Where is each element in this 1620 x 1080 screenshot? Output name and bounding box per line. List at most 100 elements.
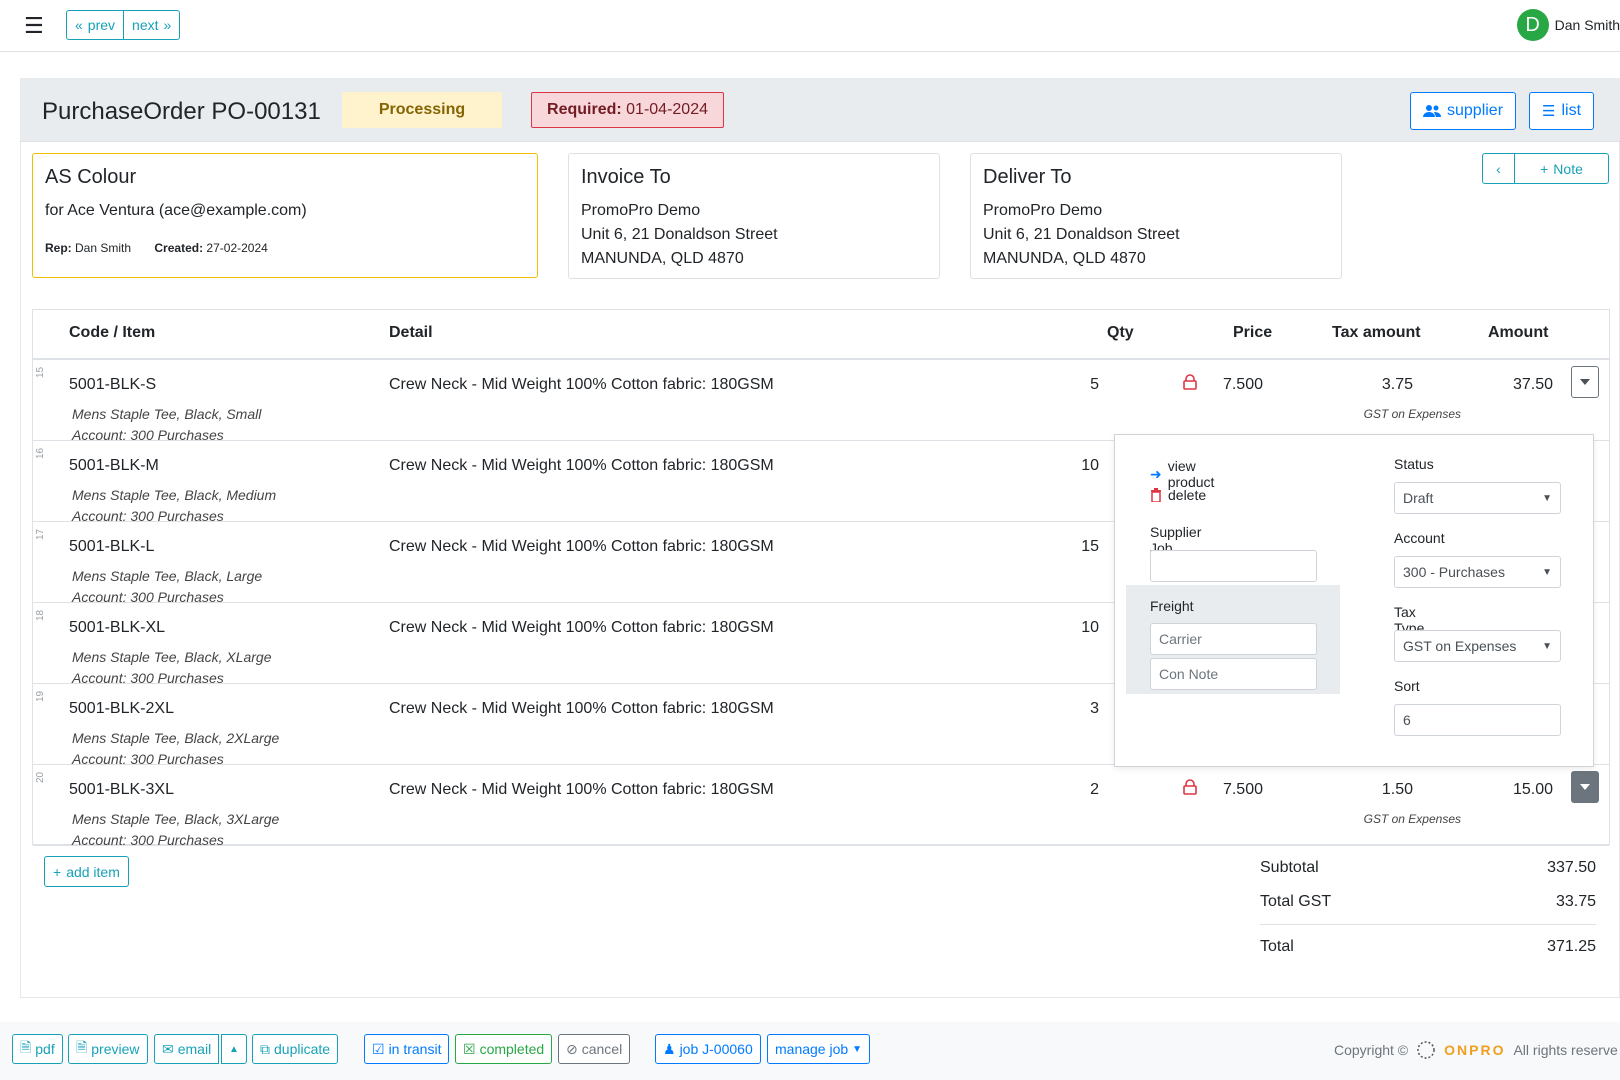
user-menu[interactable]: D Dan Smith	[1516, 9, 1620, 41]
row-number: 20	[35, 771, 46, 783]
col-header-price: Price	[1233, 324, 1273, 341]
subtotal-label: Subtotal	[1260, 859, 1319, 876]
add-item-button[interactable]: + add item	[44, 856, 129, 887]
freight-label: Freight	[1150, 598, 1194, 614]
invoice-to-card: Invoice To PromoPro Demo Unit 6, 21 Dona…	[568, 153, 940, 279]
item-qty: 10	[1081, 457, 1099, 474]
item-tax: 3.75	[1381, 376, 1413, 393]
file-icon: 🗎	[76, 1039, 88, 1055]
status-badge: Processing	[342, 92, 502, 128]
subtotal-value: 337.50	[1547, 859, 1596, 876]
menu-icon[interactable]: ☰	[24, 13, 44, 39]
invoice-to-line: MANUNDA, QLD 4870	[581, 250, 744, 267]
item-detail: Crew Neck - Mid Weight 100% Cotton fabri…	[389, 781, 774, 798]
sort-label: Sort	[1394, 678, 1420, 694]
carrier-input[interactable]: Carrier	[1150, 623, 1317, 655]
manage-job-button[interactable]: manage job ▼	[767, 1034, 871, 1064]
duplicate-button[interactable]: ⧉ duplicate	[252, 1034, 339, 1064]
table-row: 20 5001-BLK-3XL Mens Staple Tee, Black, 3X…	[33, 765, 1609, 848]
page-title: PurchaseOrder PO-00131	[42, 98, 321, 125]
item-tax-type: GST on Expenses	[1363, 407, 1461, 421]
totals-divider	[1260, 924, 1596, 925]
row-number: 15	[35, 366, 46, 378]
invoice-to-title: Invoice To	[581, 166, 671, 188]
delete-link[interactable]: delete	[1150, 487, 1206, 503]
view-product-link[interactable]: ➜ view product	[1150, 458, 1214, 490]
double-chevron-right-icon: »	[163, 17, 172, 33]
user-name: Dan Smith	[1554, 17, 1620, 33]
tax-type-select[interactable]: GST on Expenses ▼	[1394, 630, 1561, 662]
item-detail: Crew Neck - Mid Weight 100% Cotton fabri…	[389, 700, 774, 717]
total-label: Total	[1260, 938, 1294, 955]
list-icon: ☰	[1542, 103, 1556, 120]
col-header-detail: Detail	[389, 324, 433, 341]
note-button-group: ‹ + Note	[1482, 153, 1609, 184]
add-note-button[interactable]: + Note	[1514, 153, 1609, 184]
users-icon	[1423, 105, 1441, 117]
chevron-down-icon: ▼	[1542, 640, 1552, 652]
invoice-to-line: Unit 6, 21 Donaldson Street	[581, 226, 778, 243]
top-bar: ☰ « prev next » D Dan Smith	[0, 0, 1620, 52]
completed-button[interactable]: ☒ completed	[455, 1034, 553, 1064]
total-gst-value: 33.75	[1555, 893, 1596, 910]
email-button[interactable]: ✉ email	[154, 1034, 220, 1064]
caret-down-icon	[1580, 784, 1590, 790]
prev-button[interactable]: « prev	[66, 10, 125, 40]
row-number: 16	[35, 447, 46, 459]
pdf-button[interactable]: 🗎 pdf	[12, 1034, 63, 1064]
chevron-down-icon: ▼	[1542, 566, 1552, 578]
list-button[interactable]: ☰ list	[1529, 92, 1595, 130]
supplier-button[interactable]: supplier	[1410, 92, 1517, 130]
item-qty: 2	[1090, 781, 1099, 798]
account-select[interactable]: 300 - Purchases ▼	[1394, 556, 1561, 588]
item-detail: Crew Neck - Mid Weight 100% Cotton fabri…	[389, 538, 774, 555]
item-account: Account: 300 Purchases	[72, 832, 224, 848]
supplier-job-input[interactable]	[1150, 550, 1317, 582]
arrow-right-icon: ➜	[1150, 465, 1162, 482]
copy-icon: ⧉	[260, 1040, 270, 1057]
email-dropdown-toggle[interactable]: ▲	[221, 1034, 247, 1064]
status-label: Status	[1394, 456, 1434, 472]
row-actions-button[interactable]	[1571, 771, 1599, 803]
in-transit-button[interactable]: ☑ in transit	[364, 1034, 450, 1064]
row-number: 19	[35, 690, 46, 702]
item-code: 5001-BLK-L	[69, 538, 155, 555]
chevron-down-icon: ▼	[1542, 492, 1552, 504]
onpro-logo-icon	[1417, 1041, 1435, 1059]
sort-input[interactable]: 6	[1394, 704, 1561, 736]
item-description: Mens Staple Tee, Black, Large	[72, 568, 263, 584]
status-select[interactable]: Draft ▼	[1394, 482, 1561, 514]
order-meta: Rep: Dan Smith Created: 27-02-2024	[45, 241, 268, 255]
caret-down-icon: ▼	[852, 1043, 863, 1055]
supplier-card: AS Colour for Ace Ventura (ace@example.c…	[32, 153, 538, 278]
record-pager: « prev next »	[66, 10, 181, 40]
item-qty: 5	[1090, 376, 1099, 393]
job-button[interactable]: ♟ job J-00060	[655, 1034, 761, 1064]
con-note-input[interactable]: Con Note	[1150, 658, 1317, 690]
invoice-to-line: PromoPro Demo	[581, 202, 701, 219]
deliver-to-line: MANUNDA, QLD 4870	[983, 250, 1146, 267]
caret-down-icon	[1580, 379, 1590, 385]
item-tax: 1.50	[1381, 781, 1413, 798]
deliver-to-line: PromoPro Demo	[983, 202, 1103, 219]
brand-name: ONPRO	[1444, 1042, 1506, 1058]
item-code: 5001-BLK-M	[69, 457, 159, 474]
col-header-code: Code / Item	[69, 324, 156, 341]
item-code: 5001-BLK-2XL	[69, 700, 174, 717]
item-price: 7.500	[1222, 376, 1263, 393]
col-header-tax: Tax amount	[1332, 324, 1421, 341]
item-qty: 15	[1081, 538, 1099, 555]
item-code: 5001-BLK-3XL	[69, 781, 174, 798]
row-actions-button[interactable]	[1571, 366, 1599, 398]
envelope-icon: ✉	[162, 1040, 174, 1057]
caret-up-icon: ▲	[229, 1043, 239, 1055]
item-tax-type: GST on Expenses	[1363, 812, 1461, 826]
cancel-button[interactable]: ⊘ cancel	[558, 1034, 631, 1064]
collapse-button[interactable]: ‹	[1482, 153, 1515, 184]
copyright: Copyright © ONPRO All rights reserve	[1334, 1041, 1618, 1059]
next-button[interactable]: next »	[123, 10, 181, 40]
item-amount: 37.50	[1512, 376, 1553, 393]
file-pdf-icon: 🗎	[20, 1039, 32, 1055]
item-description: Mens Staple Tee, Black, XLarge	[72, 649, 272, 665]
preview-button[interactable]: 🗎 preview	[68, 1034, 148, 1064]
